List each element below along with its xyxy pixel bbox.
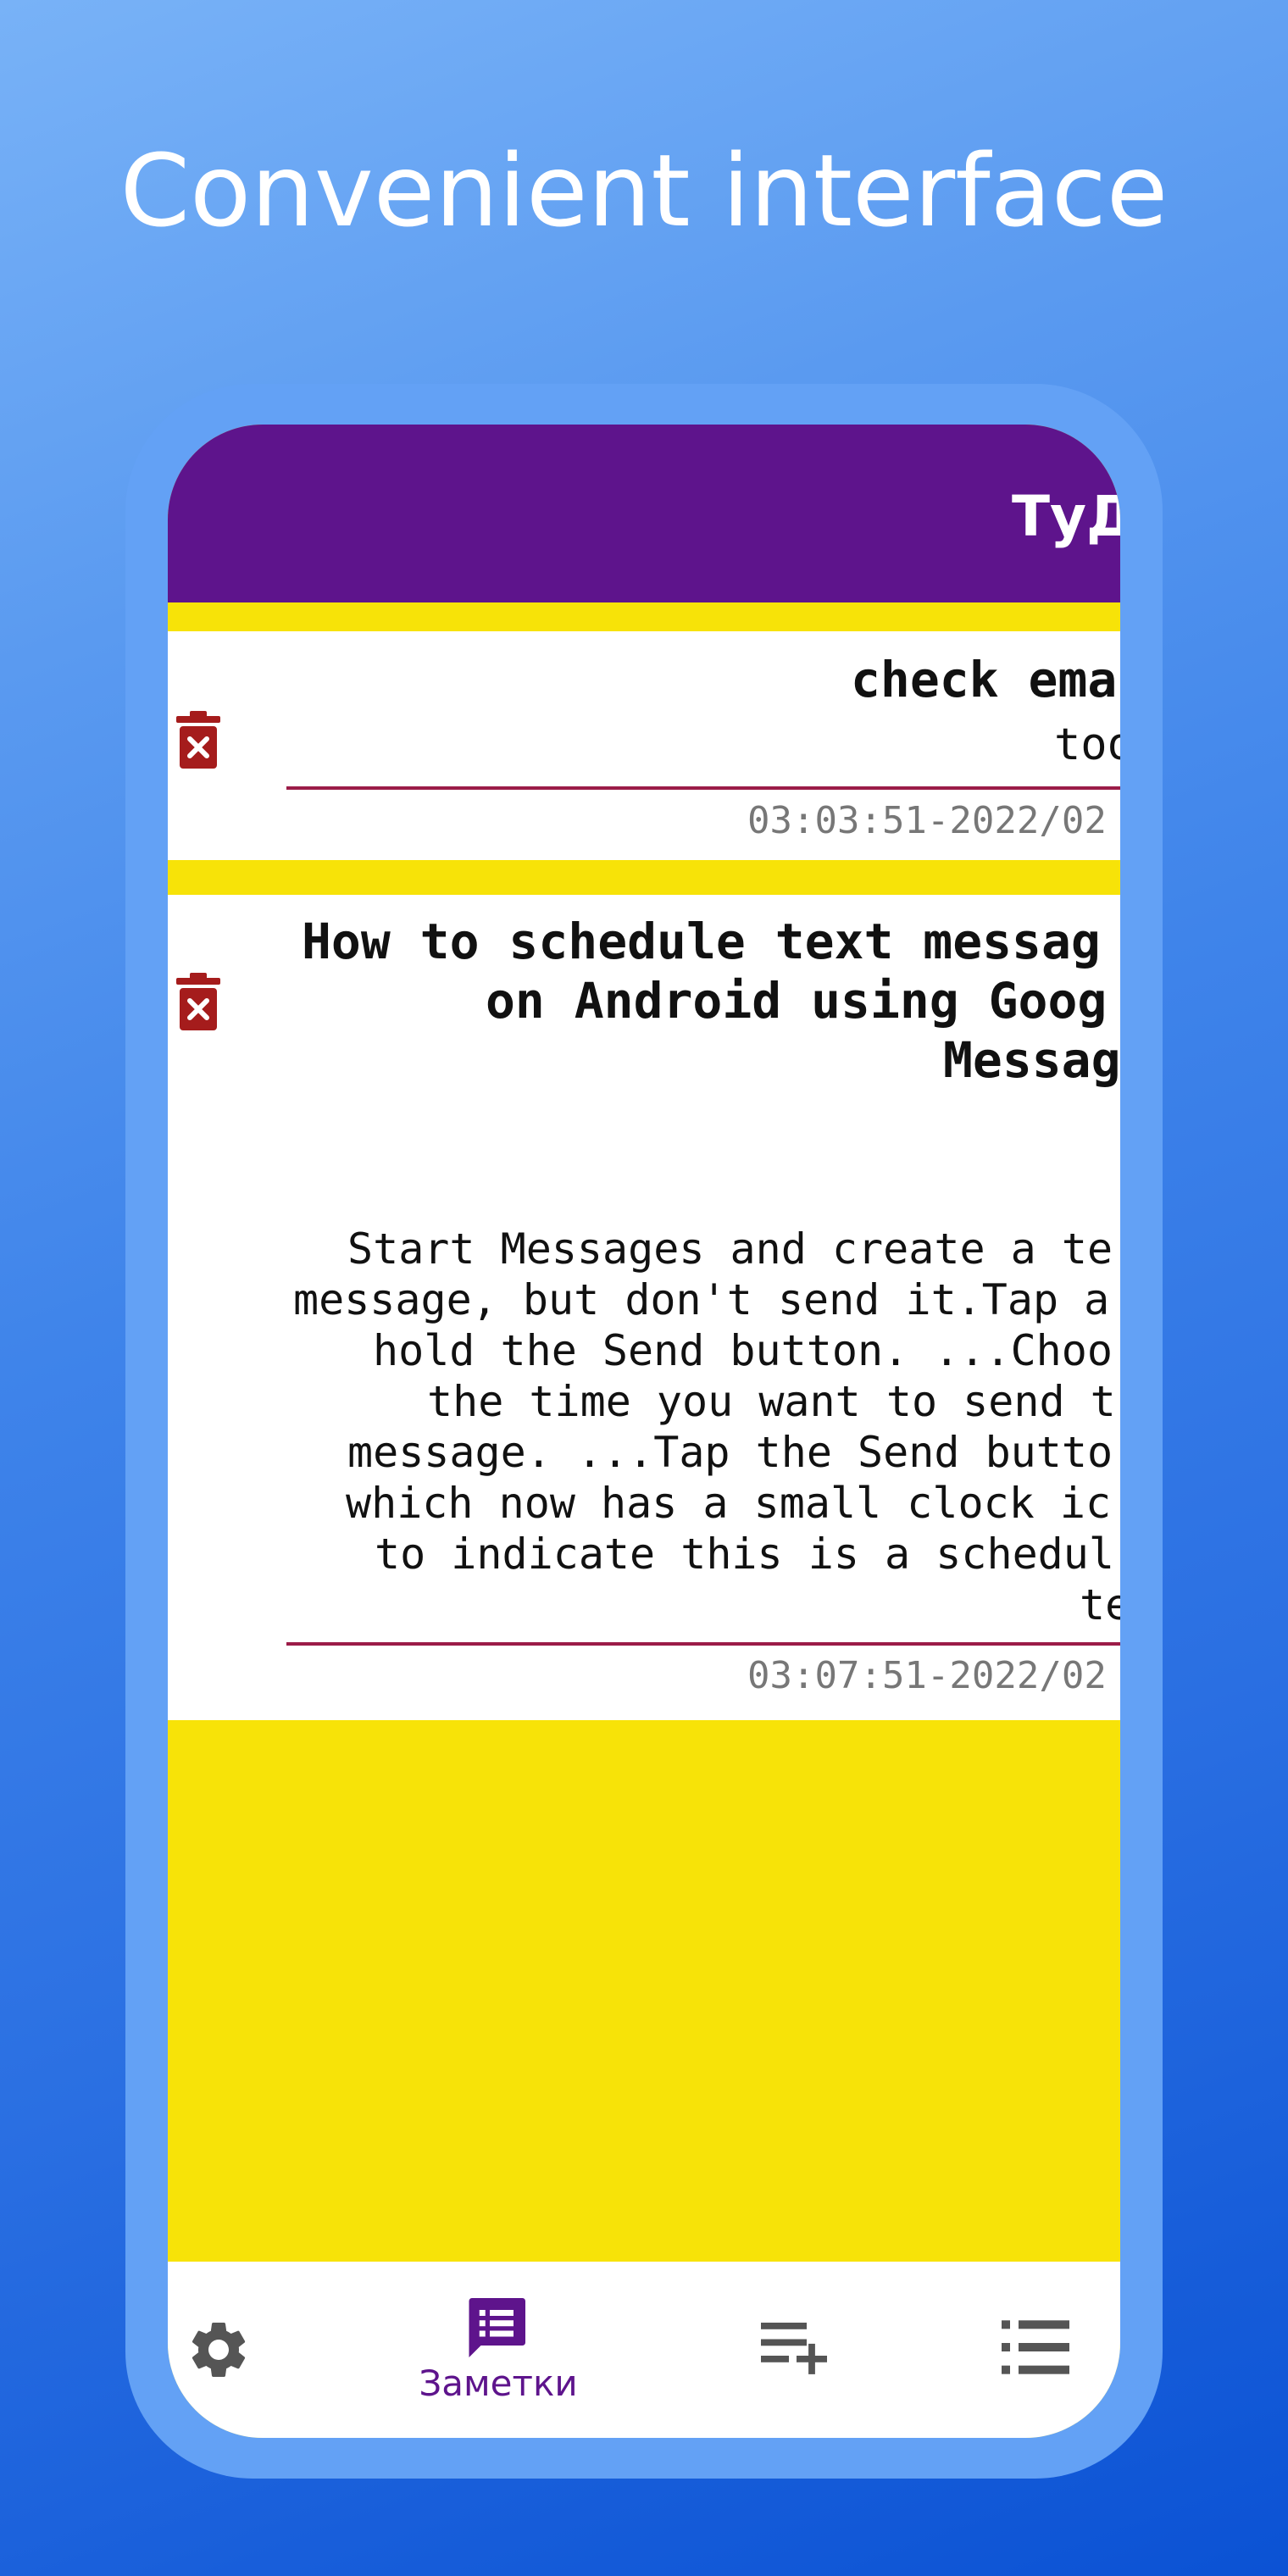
delete-note-button[interactable] (175, 709, 222, 770)
note-divider (286, 1642, 1120, 1646)
note-title-line: on Android using Goog (486, 972, 1108, 1030)
gear-icon (192, 2323, 246, 2377)
note-body-line: te (1080, 1580, 1120, 1629)
nav-notes-tab[interactable]: Заметки (380, 2262, 617, 2438)
note-title: check ema (851, 651, 1118, 708)
note-title-line: Messag (943, 1031, 1120, 1089)
nav-notes-label: Заметки (419, 2362, 578, 2404)
note-body-line: hold the Send button. ...Choo (373, 1326, 1113, 1375)
app-title: ТуД (1012, 484, 1120, 549)
note-body-line: message. ...Tap the Send butto (347, 1428, 1113, 1477)
promo-headline: Convenient interface (119, 132, 1169, 249)
nav-list-button[interactable] (981, 2262, 1120, 2438)
bottom-navigation: Заметки (168, 2262, 1120, 2438)
list-icon (1002, 2320, 1069, 2374)
delete-note-button[interactable] (175, 971, 222, 1032)
phone-screen: ТуД check ema too 03:03:51-2022/02 How t… (168, 425, 1120, 2438)
note-body-line: Start Messages and create a te (347, 1224, 1113, 1274)
note-card[interactable]: check ema too 03:03:51-2022/02 (168, 631, 1120, 860)
note-body-line: message, but don't send it.Tap a (293, 1275, 1110, 1324)
playlist-add-icon (761, 2323, 827, 2374)
note-card[interactable]: How to schedule text messag on Android u… (168, 895, 1120, 1720)
note-text: too (1054, 719, 1120, 770)
app-bar: ТуД (168, 425, 1120, 602)
note-title-line: How to schedule text messag (302, 913, 1101, 970)
note-timestamp: 03:07:51-2022/02 (747, 1654, 1107, 1697)
nav-add-note-button[interactable] (727, 2262, 880, 2438)
notes-icon (469, 2298, 525, 2357)
note-divider (286, 786, 1120, 790)
trash-x-icon (176, 973, 220, 1030)
trash-x-icon (176, 711, 220, 769)
note-body-line: which now has a small clock ic (346, 1479, 1112, 1528)
note-timestamp: 03:03:51-2022/02 (747, 799, 1107, 842)
note-body-line: to indicate this is a schedul (375, 1530, 1114, 1579)
note-body-line: the time you want to send t (427, 1377, 1116, 1426)
nav-settings-button[interactable] (168, 2262, 269, 2438)
